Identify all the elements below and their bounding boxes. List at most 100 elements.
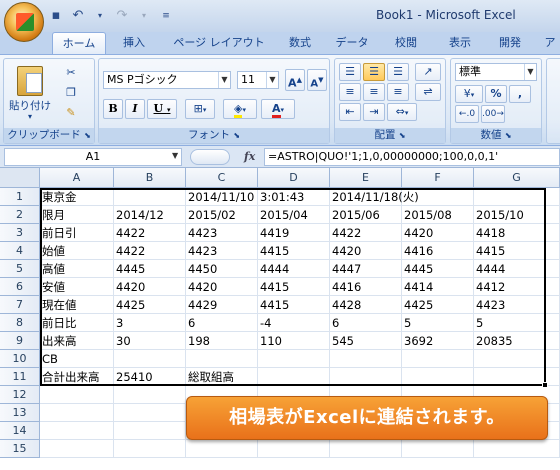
row-header-8[interactable]: 8	[0, 314, 40, 332]
tab-home[interactable]: ホーム	[52, 32, 106, 54]
row-header-4[interactable]: 4	[0, 242, 40, 260]
align-center-button[interactable]: ≡	[363, 83, 385, 101]
align-middle-button[interactable]: ☰	[363, 63, 385, 81]
row-header-14[interactable]: 14	[0, 422, 40, 440]
increase-decimal-button[interactable]: ←.0	[455, 105, 479, 123]
dialog-launcher-icon[interactable]: ⬊	[233, 131, 240, 140]
tab-page-layout[interactable]: ページ レイアウト	[164, 32, 274, 54]
undo-icon[interactable]: ↶	[70, 8, 86, 24]
undo-dropdown-icon[interactable]: ▾	[92, 8, 108, 24]
underline-button[interactable]: U ▾	[147, 99, 177, 119]
number-format-combo[interactable]: 標準 ▼	[455, 63, 537, 81]
cell-f15[interactable]	[402, 440, 474, 458]
decrease-indent-button[interactable]: ⇤	[339, 103, 361, 121]
row-header-12[interactable]: 12	[0, 386, 40, 404]
row-header-7[interactable]: 7	[0, 296, 40, 314]
ribbon: 貼り付け ▾ ✂ ❐ ✎ クリップボード ⬊ MS Pゴシック ▼ 11 ▼ A▲ …	[0, 54, 560, 146]
fill-handle[interactable]	[542, 382, 548, 388]
save-icon[interactable]: ▪	[48, 8, 64, 24]
cell-b13[interactable]	[114, 404, 186, 422]
bold-button[interactable]: B	[103, 99, 123, 119]
formula-input[interactable]: =ASTRO|QUO!'1;1,0,00000000;100,0,0,1'	[264, 148, 560, 166]
align-right-button[interactable]: ≡	[387, 83, 409, 101]
cell-c15[interactable]	[186, 440, 258, 458]
font-size-combo[interactable]: 11 ▼	[237, 71, 279, 89]
cell-a12[interactable]	[40, 386, 114, 404]
cell-a14[interactable]	[40, 422, 114, 440]
redo-dropdown-icon[interactable]: ▾	[136, 8, 152, 24]
shrink-font-button[interactable]: A▼	[307, 69, 327, 91]
tab-formulas[interactable]: 数式	[280, 32, 320, 54]
column-header-b[interactable]: B	[114, 168, 186, 188]
align-bottom-button[interactable]: ☰	[387, 63, 409, 81]
chevron-down-icon[interactable]: ▼	[218, 72, 230, 88]
select-all-corner[interactable]	[0, 168, 40, 188]
insert-function-icon[interactable]: fx	[244, 150, 255, 163]
orientation-button[interactable]: ↗	[415, 63, 441, 81]
merge-center-button[interactable]: ⇔▾	[387, 103, 417, 121]
column-header-e[interactable]: E	[330, 168, 402, 188]
tab-developer[interactable]: 開発	[490, 32, 530, 54]
cell-b15[interactable]	[114, 440, 186, 458]
column-header-f[interactable]: F	[402, 168, 474, 188]
cell-b12[interactable]	[114, 386, 186, 404]
cell-a13[interactable]	[40, 404, 114, 422]
chevron-down-icon[interactable]: ▼	[524, 64, 536, 80]
customize-qat-icon[interactable]: ≡	[158, 8, 174, 24]
decrease-decimal-button[interactable]: .00→	[481, 105, 505, 123]
cell-e15[interactable]	[330, 440, 402, 458]
row-header-1[interactable]: 1	[0, 188, 40, 206]
increase-indent-button[interactable]: ⇥	[363, 103, 385, 121]
align-top-button[interactable]: ☰	[339, 63, 361, 81]
italic-button[interactable]: I	[125, 99, 145, 119]
name-box[interactable]: A1	[4, 148, 182, 166]
office-button[interactable]	[4, 2, 44, 42]
tab-insert[interactable]: 挿入	[112, 32, 156, 54]
name-box-dropdown-icon[interactable]: ▼	[172, 151, 178, 160]
tab-view[interactable]: 表示	[440, 32, 480, 54]
fill-color-button[interactable]: ◈▾	[223, 99, 257, 119]
column-header-a[interactable]: A	[40, 168, 114, 188]
format-painter-icon[interactable]: ✎	[60, 103, 82, 121]
row-header-5[interactable]: 5	[0, 260, 40, 278]
column-header-d[interactable]: D	[258, 168, 330, 188]
formula-bar-expander[interactable]	[190, 149, 230, 165]
clipboard-group-label: クリップボード ⬊	[4, 128, 94, 143]
row-header-13[interactable]: 13	[0, 404, 40, 422]
cut-icon[interactable]: ✂	[60, 63, 82, 81]
cell-a15[interactable]	[40, 440, 114, 458]
row-header-2[interactable]: 2	[0, 206, 40, 224]
currency-button[interactable]: ¥▾	[455, 85, 483, 103]
percent-button[interactable]: %	[485, 85, 507, 103]
comma-button[interactable]: ,	[509, 85, 531, 103]
cell-d15[interactable]	[258, 440, 330, 458]
dialog-launcher-icon[interactable]: ⬊	[505, 131, 512, 140]
chevron-down-icon[interactable]: ▼	[266, 72, 278, 88]
column-header-c[interactable]: C	[186, 168, 258, 188]
wrap-text-button[interactable]: ⇌	[415, 83, 441, 101]
column-header-g[interactable]: G	[474, 168, 560, 188]
paste-button[interactable]: 貼り付け ▾	[8, 63, 52, 125]
tab-data[interactable]: データ	[330, 32, 374, 54]
row-header-3[interactable]: 3	[0, 224, 40, 242]
copy-icon[interactable]: ❐	[60, 83, 82, 101]
row-header-15[interactable]: 15	[0, 440, 40, 458]
cell-b14[interactable]	[114, 422, 186, 440]
row-header-9[interactable]: 9	[0, 332, 40, 350]
borders-icon: ⊞	[193, 102, 203, 115]
borders-button[interactable]: ⊞▾	[185, 99, 215, 119]
tab-addins[interactable]: ア	[540, 32, 560, 54]
row-header-11[interactable]: 11	[0, 368, 40, 386]
dialog-launcher-icon[interactable]: ⬊	[399, 131, 406, 140]
row-header-6[interactable]: 6	[0, 278, 40, 296]
grow-font-button[interactable]: A▲	[285, 69, 305, 91]
quick-access-toolbar: ▪ ↶ ▾ ↷ ▾ ≡	[48, 6, 174, 26]
dialog-launcher-icon[interactable]: ⬊	[84, 131, 91, 140]
row-header-10[interactable]: 10	[0, 350, 40, 368]
font-color-button[interactable]: A▾	[261, 99, 295, 119]
font-name-combo[interactable]: MS Pゴシック ▼	[103, 71, 231, 89]
tab-review[interactable]: 校閲	[386, 32, 426, 54]
align-left-button[interactable]: ≡	[339, 83, 361, 101]
redo-icon[interactable]: ↷	[114, 8, 130, 24]
cell-g15[interactable]	[474, 440, 560, 458]
